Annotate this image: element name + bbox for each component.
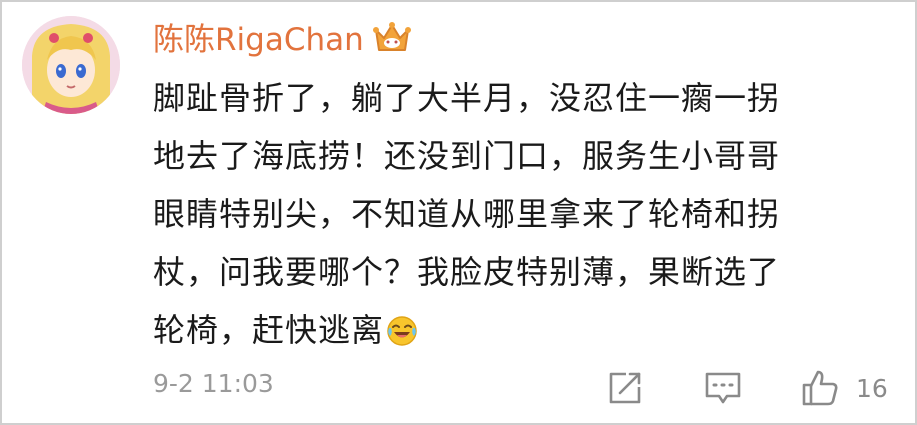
like-count: 16 [856,373,888,403]
comment-line: 杖，问我要哪个？我脸皮特别薄，果断选了 [153,253,781,291]
laughing-crying-emoji-icon [386,307,418,346]
share-icon [609,372,641,404]
comment-line-last: 轮椅，赶快逃离 [153,301,893,359]
comment-line: 地去了海底捞！还没到门口，服务生小哥哥 [153,137,781,175]
username[interactable]: 陈陈RigaChan [153,20,364,60]
share-button[interactable] [606,368,644,408]
comment-line: 脚趾骨折了，躺了大半月，没忍住一瘸一拐 [153,79,781,117]
user-avatar[interactable] [22,16,120,114]
comment-text: 脚趾骨折了，躺了大半月，没忍住一瘸一拐 地去了海底捞！还没到门口，服务生小哥哥 … [153,69,893,359]
comment-line-text: 轮椅，赶快逃离 [153,311,385,349]
like-button[interactable]: 16 [800,368,888,408]
comment-icon [705,372,741,404]
comment-timestamp: 9-2 11:03 [153,369,274,398]
reply-button[interactable] [703,368,743,408]
crown-badge-icon [373,20,411,56]
avatar-image-icon [22,16,120,114]
comment-card: 陈陈RigaChan 脚趾骨折了，躺了大半月，没忍住一瘸一拐 地去了海底捞！还没… [0,0,917,425]
thumbs-up-icon [802,370,838,406]
comment-line: 眼睛特别尖，不知道从哪里拿来了轮椅和拐 [153,195,781,233]
